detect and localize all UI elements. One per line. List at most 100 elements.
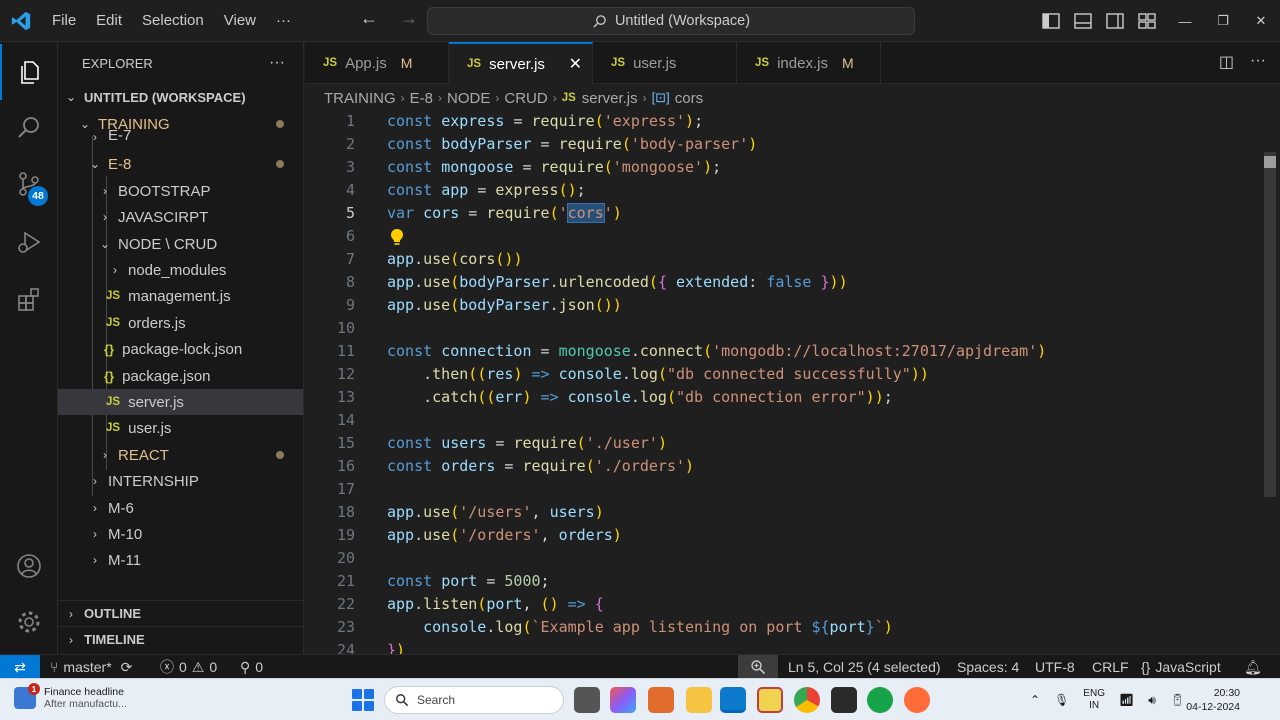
menu-file[interactable]: File (42, 12, 86, 29)
code-line[interactable]: 4 const app = express(); (305, 179, 1265, 202)
code-line[interactable]: 7 app.use(cors()) (305, 248, 1265, 271)
ports-indicator[interactable]: ⚲ 0 (240, 655, 263, 679)
code-line[interactable]: 24}) (305, 639, 1265, 654)
microphone-icon[interactable]: 🎙︎ (1054, 693, 1069, 707)
breadcrumb-symbol[interactable]: cors (675, 90, 703, 107)
close-icon[interactable]: ✕ (1242, 0, 1280, 42)
notifications-bell-icon[interactable]: 🔔︎ (1244, 655, 1262, 679)
split-editor-icon[interactable]: ◫ (1219, 52, 1234, 72)
cursor-position[interactable]: Ln 5, Col 25 (4 selected) (788, 655, 941, 679)
tree-folder-react[interactable]: › REACT (58, 442, 303, 468)
mongodb-compass-icon[interactable] (867, 687, 893, 713)
code-line[interactable]: 14 (305, 409, 1265, 432)
tree-file-server-js[interactable]: JS server.js (58, 389, 303, 415)
code-line[interactable]: 19 app.use('/orders', orders) (305, 524, 1265, 547)
explorer-icon[interactable] (0, 44, 58, 100)
remote-indicator-icon[interactable]: ⇄ (0, 655, 40, 679)
tree-folder-node-modules[interactable]: › node_modules (58, 257, 303, 283)
language-mode[interactable]: {} JavaScript (1141, 655, 1221, 679)
code-line[interactable]: 22 app.listen(port, () => { (305, 593, 1265, 616)
editor-scrollbar[interactable] (1264, 152, 1276, 497)
source-control-icon[interactable] (0, 156, 58, 212)
code-line[interactable]: 16 const orders = require('./orders') (305, 455, 1265, 478)
breadcrumb-item[interactable]: TRAINING (324, 90, 396, 107)
copilot-icon[interactable] (610, 687, 636, 713)
tree-folder-m6[interactable]: › M-6 (58, 495, 303, 521)
tree-file-management-js[interactable]: JS management.js (58, 283, 303, 309)
windows-start-icon[interactable] (352, 689, 374, 711)
tree-file-package-lock-json[interactable]: {} package-lock.json (58, 336, 303, 362)
tree-folder-internship[interactable]: › INTERNSHIP (58, 468, 303, 494)
code-line[interactable]: 23 console.log(`Example app listening on… (305, 616, 1265, 639)
accounts-icon[interactable] (0, 538, 58, 594)
sticky-notes-icon[interactable] (757, 687, 783, 713)
line-ending[interactable]: CRLF (1092, 655, 1129, 679)
code-line[interactable]: 8 app.use(bodyParser.urlencoded({ extende… (305, 271, 1265, 294)
code-line[interactable]: 18 app.use('/users', users) (305, 501, 1265, 524)
workspace-header[interactable]: ⌄ UNTITLED (WORKSPACE) (58, 84, 303, 110)
breadcrumb-item[interactable]: CRUD (504, 90, 547, 107)
code-line[interactable]: 2 const bodyParser = require('body-parser… (305, 133, 1265, 156)
restore-icon[interactable]: ❐ (1204, 0, 1242, 42)
volume-icon[interactable]: 🔊︎ (1148, 693, 1156, 708)
command-center[interactable]: Untitled (Workspace) (427, 7, 915, 35)
tree-folder-m11[interactable]: › M-11 (58, 547, 303, 573)
zoom-icon[interactable] (738, 655, 778, 679)
tree-folder-node-crud[interactable]: ⌄ NODE \ CRUD (58, 231, 303, 257)
code-line[interactable]: 20 (305, 547, 1265, 570)
run-debug-icon[interactable] (0, 214, 58, 270)
tree-file-package-json[interactable]: {} package.json (58, 363, 303, 389)
code-line[interactable]: 10 (305, 317, 1265, 340)
close-tab-icon[interactable]: ✕ (569, 54, 582, 74)
breadcrumb-item[interactable]: server.js (582, 90, 638, 107)
code-line[interactable]: 6 (305, 225, 1265, 248)
terminal-icon[interactable] (831, 687, 857, 713)
code-editor[interactable]: 1 const express = require('express'); 2 con… (305, 112, 1280, 654)
menu-selection[interactable]: Selection (132, 12, 214, 29)
breadcrumb-item[interactable]: NODE (447, 90, 490, 107)
menu-view[interactable]: View (214, 12, 266, 29)
tree-folder-javascirpt[interactable]: › JAVASCIRPT (58, 204, 303, 230)
explorer-more-icon[interactable]: ··· (269, 54, 285, 72)
tab-app-js[interactable]: JS App.js M (305, 42, 449, 84)
code-line[interactable]: 13 .catch((err) => console.log("db conne… (305, 386, 1265, 409)
customize-layout-icon[interactable] (1136, 10, 1158, 32)
code-line[interactable]: 12 .then((res) => console.log("db connec… (305, 363, 1265, 386)
file-explorer-icon[interactable] (686, 687, 712, 713)
office-app-icon[interactable] (648, 687, 674, 713)
language-indicator[interactable]: ENG IN (1083, 688, 1105, 712)
menu-edit[interactable]: Edit (86, 12, 132, 29)
manage-gear-icon[interactable] (0, 594, 58, 650)
task-view-icon[interactable] (574, 687, 600, 713)
tree-folder-e7[interactable]: › E-7 (58, 130, 303, 144)
vscode-taskbar-icon[interactable] (720, 687, 746, 713)
code-line[interactable]: 21 const port = 5000; (305, 570, 1265, 593)
branch-indicator[interactable]: ⑂ master* ⟳ (50, 655, 132, 679)
tree-folder-e8[interactable]: ⌄ E-8 (58, 151, 303, 177)
breadcrumb-item[interactable]: E-8 (410, 90, 433, 107)
minimize-icon[interactable]: — (1166, 0, 1204, 42)
tab-index-js[interactable]: JS index.js M (737, 42, 881, 84)
more-actions-icon[interactable]: ··· (1250, 52, 1266, 72)
problems-indicator[interactable]: ⓧ 0 ⚠ 0 (160, 655, 217, 679)
code-line[interactable]: 5 var cors = require('cors') (305, 202, 1265, 225)
wifi-icon[interactable]: 📶︎ (1119, 693, 1134, 707)
code-line[interactable]: 1 const express = require('express'); (305, 112, 1265, 133)
indentation[interactable]: Spaces: 4 (957, 655, 1019, 679)
taskbar-search[interactable]: Search (384, 686, 564, 714)
encoding[interactable]: UTF-8 (1035, 655, 1075, 679)
tree-folder-m10[interactable]: › M-10 (58, 521, 303, 547)
battery-icon[interactable]: 🔋︎ (1170, 693, 1185, 707)
toggle-secondary-sidebar-icon[interactable] (1104, 10, 1126, 32)
tree-file-user-js[interactable]: JS user.js (58, 415, 303, 441)
code-line[interactable]: 3 const mongoose = require('mongoose'); (305, 156, 1265, 179)
news-widget[interactable]: 1 Finance headline After manufactu... (14, 683, 127, 710)
tab-user-js[interactable]: JS user.js (593, 42, 737, 84)
tab-server-js[interactable]: JS server.js ✕ (449, 42, 593, 84)
toggle-primary-sidebar-icon[interactable] (1040, 10, 1062, 32)
clock[interactable]: 20:30 04-12-2024 (1186, 686, 1240, 714)
back-arrow-icon[interactable]: ← (356, 8, 382, 29)
menu-more[interactable]: ··· (266, 12, 301, 29)
tree-folder-bootstrap[interactable]: › BOOTSTRAP (58, 178, 303, 204)
postman-icon[interactable] (904, 687, 930, 713)
